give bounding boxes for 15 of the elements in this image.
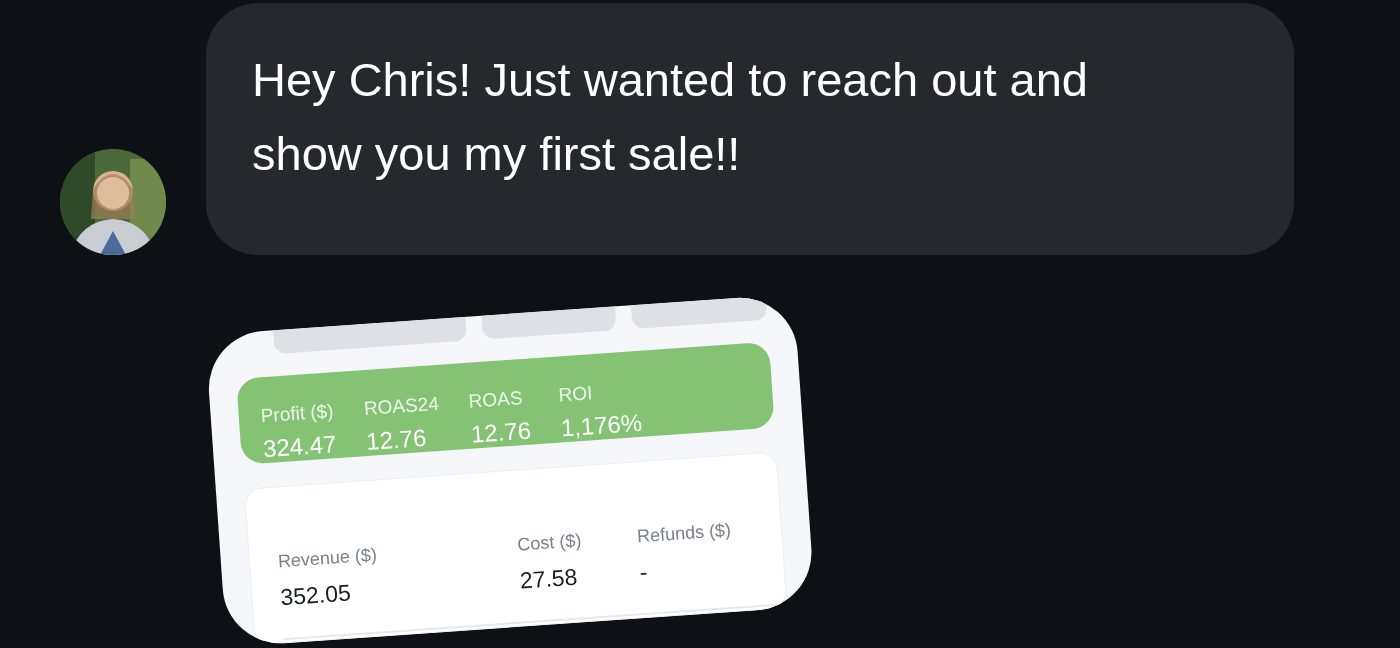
message-bubble: Hey Chris! Just wanted to reach out and show you my first sale!! (206, 3, 1294, 255)
stat-label: Cost ($) (516, 528, 583, 556)
metric-label: ROAS24 (363, 392, 440, 421)
metric-label: ROI (557, 381, 594, 407)
metric-value: 12.76 (470, 416, 532, 449)
stat-value: 27.58 (518, 562, 580, 595)
metric-value: 12.76 (365, 422, 429, 456)
stat-label: Revenue ($) (277, 543, 379, 572)
stat-value: - (638, 557, 650, 586)
stat-label: Refunds ($) (636, 518, 733, 547)
metric-value: 1,176% (559, 408, 643, 443)
stat-value: 352.05 (279, 578, 353, 611)
metric-label: ROAS (467, 386, 525, 413)
metric-value: 324.47 (262, 430, 338, 464)
metric-label: Profit ($) (260, 400, 335, 428)
